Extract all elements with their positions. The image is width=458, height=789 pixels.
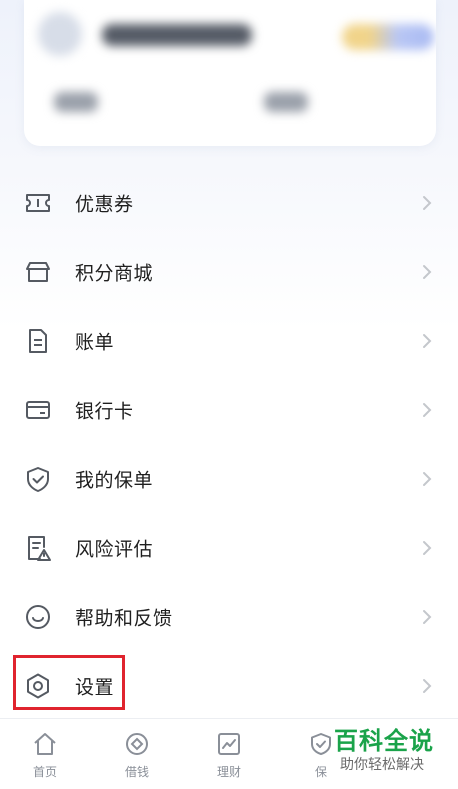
profile-card[interactable] (24, 0, 436, 146)
bill-icon (24, 327, 52, 355)
chart-icon (218, 733, 240, 755)
chevron-right-icon (420, 262, 434, 282)
ticket-icon (24, 189, 52, 217)
menu-item-label: 我的保单 (75, 469, 154, 491)
chevron-right-icon (420, 676, 434, 696)
chevron-right-icon (420, 400, 434, 420)
account-menu: 优惠券 积分商城 账单 银行卡 我的保单 风险评估 帮助和反馈 设置 (0, 168, 458, 720)
menu-item-label: 优惠券 (75, 193, 134, 215)
loan-icon (126, 733, 148, 755)
menu-item-label: 账单 (75, 331, 115, 353)
watermark-title: 百科全说 (334, 727, 434, 755)
chevron-right-icon (420, 538, 434, 558)
member-badge-blurred[interactable] (342, 24, 434, 50)
menu-item-label: 风险评估 (75, 538, 154, 560)
menu-item-help-feedback[interactable]: 帮助和反馈 (0, 582, 458, 651)
menu-item-points-mall[interactable]: 积分商城 (0, 237, 458, 306)
watermark: 百科全说 助你轻松解决 (334, 726, 452, 782)
menu-item-label: 帮助和反馈 (75, 607, 173, 629)
menu-item-bank-cards[interactable]: 银行卡 (0, 375, 458, 444)
home-icon (34, 733, 56, 755)
stat-value-blurred (54, 92, 98, 112)
menu-item-label: 设置 (75, 676, 115, 698)
watermark-subtitle: 助你轻松解决 (340, 757, 424, 773)
risk-assessment-icon (24, 534, 52, 562)
chevron-right-icon (420, 193, 434, 213)
avatar[interactable] (38, 12, 82, 56)
menu-item-label: 银行卡 (75, 400, 134, 422)
tab-wealth[interactable]: 理财 (184, 719, 274, 789)
gear-icon (24, 672, 52, 700)
tab-label: 借钱 (124, 765, 149, 779)
chevron-right-icon (420, 331, 434, 351)
stat-value-blurred (264, 92, 308, 112)
shield-icon (311, 733, 331, 755)
tab-label: 保 (314, 765, 327, 779)
menu-item-risk-assessment[interactable]: 风险评估 (0, 513, 458, 582)
menu-item-label: 积分商城 (75, 262, 154, 284)
tab-label: 首页 (32, 765, 57, 779)
menu-item-my-policies[interactable]: 我的保单 (0, 444, 458, 513)
tab-label: 理财 (216, 765, 241, 779)
user-name-blurred (102, 24, 252, 46)
menu-item-settings[interactable]: 设置 (0, 651, 458, 720)
menu-item-coupons[interactable]: 优惠券 (0, 168, 458, 237)
chevron-right-icon (420, 607, 434, 627)
store-icon (24, 258, 52, 286)
menu-item-bills[interactable]: 账单 (0, 306, 458, 375)
smile-icon (24, 603, 52, 631)
shield-check-icon (24, 465, 52, 493)
tab-home[interactable]: 首页 (0, 719, 90, 789)
tab-loan[interactable]: 借钱 (92, 719, 182, 789)
bank-card-icon (24, 396, 52, 424)
chevron-right-icon (420, 469, 434, 489)
